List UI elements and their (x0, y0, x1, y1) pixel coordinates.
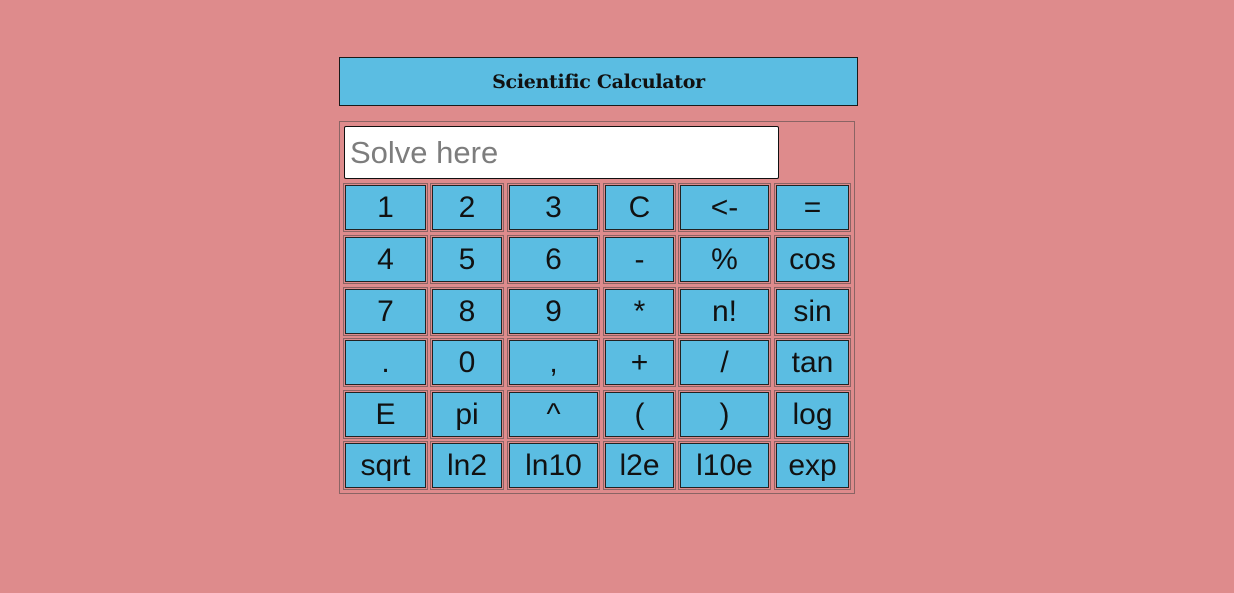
key-l2e-button[interactable]: l2e (605, 443, 674, 488)
key-cell: + (603, 338, 676, 387)
key-equals-button[interactable]: = (776, 185, 849, 230)
key-cell: <- (678, 183, 771, 232)
key-2-button[interactable]: 2 (432, 185, 502, 230)
key-cell: 8 (430, 287, 504, 336)
key-sqrt-button[interactable]: sqrt (345, 443, 426, 488)
key-plus-button[interactable]: + (605, 340, 674, 385)
key-clear-button[interactable]: C (605, 185, 674, 230)
key-7-button[interactable]: 7 (345, 289, 426, 334)
page-title: Scientific Calculator (492, 70, 705, 93)
key-power-button[interactable]: ^ (509, 392, 598, 437)
key-sin-button[interactable]: sin (776, 289, 849, 334)
key-cell: - (603, 235, 676, 284)
key-backspace-button[interactable]: <- (680, 185, 769, 230)
key-log-button[interactable]: log (776, 392, 849, 437)
key-9-button[interactable]: 9 (509, 289, 598, 334)
key-cell: ^ (507, 390, 600, 439)
key-cell: ln2 (430, 441, 504, 490)
key-percent-button[interactable]: % (680, 237, 769, 282)
key-cell: 1 (343, 183, 428, 232)
key-cell: ) (678, 390, 771, 439)
title-bar: Scientific Calculator (339, 57, 858, 106)
key-exp-button[interactable]: exp (776, 443, 849, 488)
key-tan-button[interactable]: tan (776, 340, 849, 385)
key-cell: pi (430, 390, 504, 439)
key-cell: 2 (430, 183, 504, 232)
key-cos-button[interactable]: cos (776, 237, 849, 282)
key-3-button[interactable]: 3 (509, 185, 598, 230)
key-cell: log (774, 390, 851, 439)
key-ln2-button[interactable]: ln2 (432, 443, 502, 488)
key-close-paren-button[interactable]: ) (680, 392, 769, 437)
solve-input[interactable] (344, 126, 779, 179)
key-cell: 3 (507, 183, 600, 232)
key-6-button[interactable]: 6 (509, 237, 598, 282)
key-e-button[interactable]: E (345, 392, 426, 437)
key-cell: 6 (507, 235, 600, 284)
key-cell: exp (774, 441, 851, 490)
key-0-button[interactable]: 0 (432, 340, 502, 385)
key-cell: * (603, 287, 676, 336)
key-decimal-button[interactable]: . (345, 340, 426, 385)
key-minus-button[interactable]: - (605, 237, 674, 282)
key-cell: tan (774, 338, 851, 387)
key-l10e-button[interactable]: l10e (680, 443, 769, 488)
key-cell: 5 (430, 235, 504, 284)
key-cell: 4 (343, 235, 428, 284)
key-cell: E (343, 390, 428, 439)
key-cell: sqrt (343, 441, 428, 490)
key-4-button[interactable]: 4 (345, 237, 426, 282)
key-cell: . (343, 338, 428, 387)
key-open-paren-button[interactable]: ( (605, 392, 674, 437)
key-8-button[interactable]: 8 (432, 289, 502, 334)
key-ln10-button[interactable]: ln10 (509, 443, 598, 488)
key-cell: C (603, 183, 676, 232)
key-cell: ( (603, 390, 676, 439)
key-cell: = (774, 183, 851, 232)
key-cell: l2e (603, 441, 676, 490)
key-cell: 9 (507, 287, 600, 336)
key-1-button[interactable]: 1 (345, 185, 426, 230)
key-cell: , (507, 338, 600, 387)
key-cell: / (678, 338, 771, 387)
key-cell: l10e (678, 441, 771, 490)
key-cell: ln10 (507, 441, 600, 490)
key-cell: 0 (430, 338, 504, 387)
key-cell: n! (678, 287, 771, 336)
key-comma-button[interactable]: , (509, 340, 598, 385)
key-cell: cos (774, 235, 851, 284)
key-pi-button[interactable]: pi (432, 392, 502, 437)
key-divide-button[interactable]: / (680, 340, 769, 385)
key-cell: sin (774, 287, 851, 336)
key-cell: 7 (343, 287, 428, 336)
key-5-button[interactable]: 5 (432, 237, 502, 282)
key-cell: % (678, 235, 771, 284)
key-multiply-button[interactable]: * (605, 289, 674, 334)
key-factorial-button[interactable]: n! (680, 289, 769, 334)
